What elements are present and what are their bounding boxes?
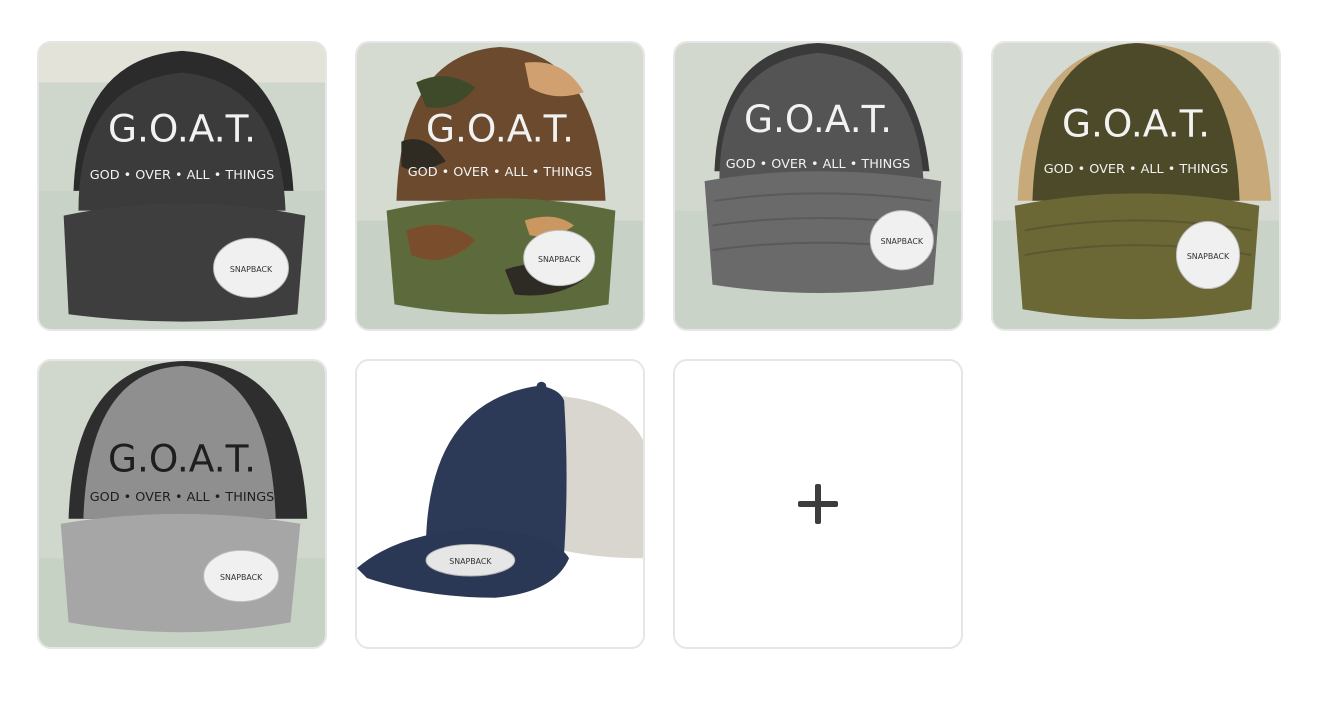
photo-tile-loden-hat[interactable]: G.O.A.T. GOD • OVER • ALL • THINGS SNAPB… bbox=[991, 41, 1281, 331]
photo-tile-charcoal-hat[interactable]: G.O.A.T. GOD • OVER • ALL • THINGS SNAPB… bbox=[673, 41, 963, 331]
photo-tile-heather-hat[interactable]: G.O.A.T. GOD • OVER • ALL • THINGS SNAPB… bbox=[37, 359, 327, 649]
hat-logo-subtitle: GOD • OVER • ALL • THINGS bbox=[90, 490, 275, 505]
snapback-patch-text: SNAPBACK bbox=[220, 573, 263, 582]
hat-logo-subtitle: GOD • OVER • ALL • THINGS bbox=[726, 157, 911, 172]
photo-gallery-grid: G.O.A.T. GOD • OVER • ALL • THINGS SNAPB… bbox=[37, 41, 1281, 649]
snapback-patch-text: SNAPBACK bbox=[1187, 252, 1230, 261]
hat-photo-black: G.O.A.T. GOD • OVER • ALL • THINGS SNAPB… bbox=[39, 43, 325, 329]
hat-photo-loden: G.O.A.T. GOD • OVER • ALL • THINGS SNAPB… bbox=[993, 43, 1279, 329]
snapback-patch-text: SNAPBACK bbox=[881, 237, 924, 246]
photo-tile-navy-hat[interactable]: SNAPBACK bbox=[355, 359, 645, 649]
hat-logo-text: G.O.A.T. bbox=[108, 436, 256, 480]
hat-logo-subtitle: GOD • OVER • ALL • THINGS bbox=[90, 168, 275, 183]
hat-logo-text: G.O.A.T. bbox=[426, 107, 574, 151]
hat-photo-navy: SNAPBACK bbox=[357, 361, 643, 647]
hat-photo-camo: G.O.A.T. GOD • OVER • ALL • THINGS SNAPB… bbox=[357, 43, 643, 329]
add-photo-button[interactable] bbox=[673, 359, 963, 649]
hat-photo-charcoal: G.O.A.T. GOD • OVER • ALL • THINGS SNAPB… bbox=[675, 43, 961, 329]
photo-tile-camo-hat[interactable]: G.O.A.T. GOD • OVER • ALL • THINGS SNAPB… bbox=[355, 41, 645, 331]
snapback-patch-text: SNAPBACK bbox=[230, 265, 273, 274]
snapback-patch-text: SNAPBACK bbox=[449, 557, 492, 566]
hat-photo-heather: G.O.A.T. GOD • OVER • ALL • THINGS SNAPB… bbox=[39, 361, 325, 647]
photo-tile-black-hat[interactable]: G.O.A.T. GOD • OVER • ALL • THINGS SNAPB… bbox=[37, 41, 327, 331]
hat-logo-subtitle: GOD • OVER • ALL • THINGS bbox=[1044, 162, 1229, 177]
hat-logo-text: G.O.A.T. bbox=[108, 107, 256, 151]
hat-logo-subtitle: GOD • OVER • ALL • THINGS bbox=[408, 165, 593, 180]
snapback-patch-text: SNAPBACK bbox=[538, 255, 581, 264]
hat-logo-text: G.O.A.T. bbox=[744, 97, 892, 141]
plus-icon bbox=[798, 484, 838, 524]
hat-logo-text: G.O.A.T. bbox=[1062, 102, 1210, 146]
